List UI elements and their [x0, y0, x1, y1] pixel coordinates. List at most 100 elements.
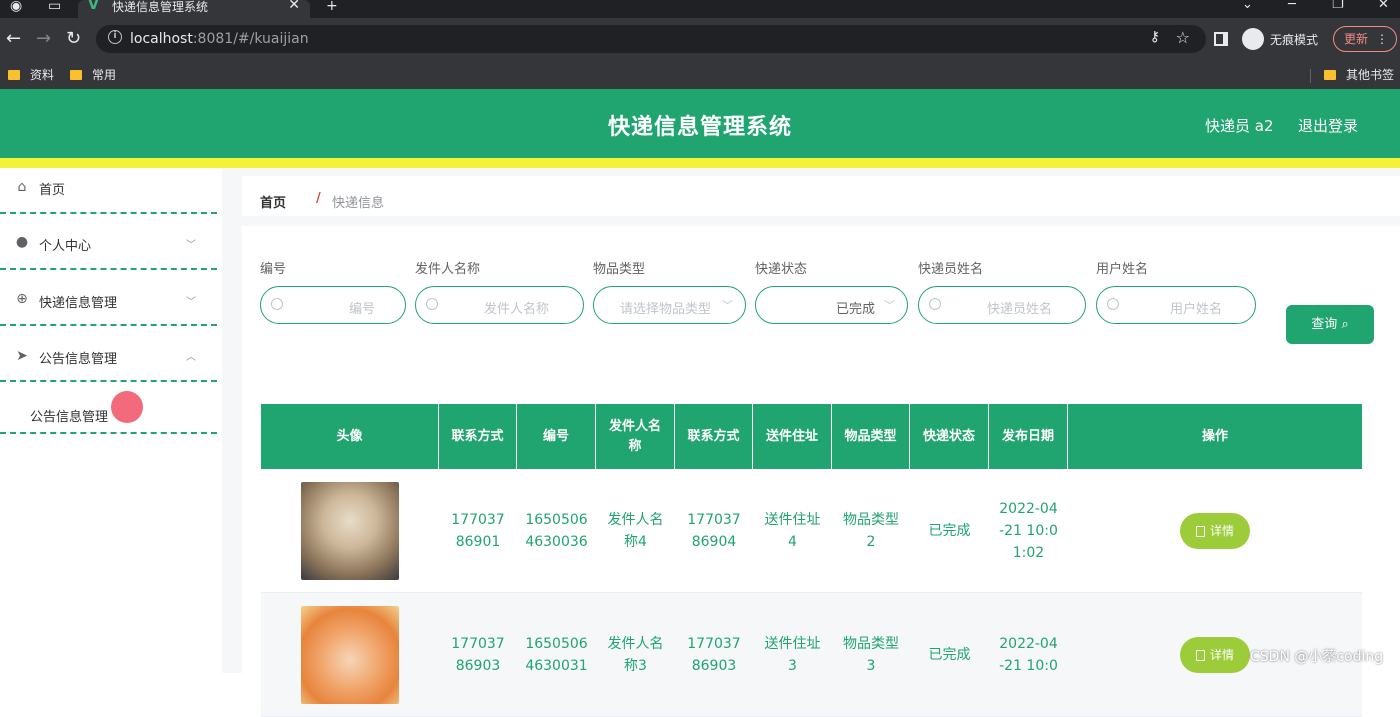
bookmark-folder-1[interactable]: 资料	[8, 65, 54, 85]
tab-search-icon[interactable]: ⌄	[1242, 0, 1253, 12]
vue-logo-icon: V	[88, 0, 99, 13]
globe-icon: ⊕	[16, 291, 28, 307]
user-icon: ●	[15, 234, 29, 250]
type-cell: 物品类型2	[843, 512, 899, 550]
click-indicator	[111, 391, 143, 423]
sidebar: ⌂ 首页 ● 个人中心 ﹀ ⊕ 快递信息管理 ﹀ ➤ 公告信息管理 ︿ 公告信息…	[0, 168, 222, 673]
restore-icon[interactable]: ❐	[1332, 0, 1344, 12]
folder-icon	[8, 70, 20, 80]
header-accent-bar	[0, 158, 1400, 168]
browser-tab[interactable]: V 快递信息管理系统 ✕	[78, 0, 310, 18]
password-key-icon[interactable]: ⚷	[1150, 29, 1160, 45]
table-row: 17703786901 16505064630036 发件人名称4 177037…	[261, 469, 1362, 593]
col-date: 发布日期	[989, 404, 1068, 469]
status-cell: 已完成	[928, 647, 971, 663]
search-icon: ⌕	[1341, 317, 1349, 332]
update-button[interactable]: 更新 ⋮	[1333, 26, 1397, 52]
chevron-down-icon: ﹀	[186, 240, 196, 251]
col-sender: 发件人名称	[596, 404, 675, 469]
bookmark-divider	[1310, 69, 1311, 83]
search-icon	[426, 298, 438, 310]
main-content: 首页 / 快递信息 编号 编号 发件人名称 发件人名称 物品类型 请选择物品类型…	[222, 168, 1400, 717]
sidebar-subitem-notice[interactable]: 公告信息管理	[0, 384, 217, 434]
url-text[interactable]: localhost:8081/#/kuaijian	[130, 31, 309, 47]
avatar-cell	[261, 593, 439, 717]
side-panel-icon[interactable]	[1214, 32, 1228, 46]
chevron-down-icon: ﹀	[884, 299, 895, 312]
user-name-input[interactable]: 用户姓名	[1096, 286, 1256, 324]
table-row: 17703786903 16505064630031 发件人名称3 177037…	[261, 593, 1362, 717]
avatar	[301, 606, 399, 704]
back-icon[interactable]: ←	[6, 28, 21, 50]
home-icon: ⌂	[17, 179, 27, 195]
incognito-icon[interactable]	[1242, 28, 1264, 50]
item-type-select[interactable]: 请选择物品类型 ﹀	[593, 286, 746, 324]
send-icon: ➤	[16, 348, 28, 364]
sender-cell: 发件人名称3	[607, 636, 664, 674]
new-tab-icon[interactable]: +	[326, 0, 338, 14]
type-cell: 物品类型3	[843, 636, 899, 674]
browser-tab-strip: ◉ ▭ V 快递信息管理系统 ✕ + ⌄ ─ ❐ ✕	[0, 0, 1400, 18]
logout-link[interactable]: 退出登录	[1298, 115, 1358, 136]
detail-button[interactable]: 详情	[1180, 637, 1250, 673]
minimize-icon[interactable]: ─	[1288, 0, 1296, 12]
sender-cell: 发件人名称4	[607, 512, 664, 550]
search-icon	[1107, 298, 1119, 310]
document-icon	[1195, 525, 1205, 537]
app-title: 快递信息管理系统	[607, 115, 792, 140]
bookmark-star-icon[interactable]: ☆	[1176, 28, 1190, 47]
current-user: 快递员 a2	[1205, 117, 1274, 135]
other-bookmarks[interactable]: 其他书签	[1324, 65, 1394, 85]
bookmarks-bar: 资料 常用 其他书签	[0, 61, 1400, 89]
sidebar-item-profile[interactable]: ● 个人中心 ﹀	[0, 224, 217, 270]
number-cell: 16505064630031	[525, 636, 588, 674]
avatar-cell	[261, 469, 439, 593]
browser-globe-icon[interactable]: ◉	[10, 0, 22, 14]
window-close-icon[interactable]: ✕	[1378, 0, 1389, 12]
search-icon	[271, 298, 283, 310]
query-button[interactable]: 查询 ⌕	[1286, 305, 1374, 344]
reload-icon[interactable]: ↻	[66, 28, 81, 50]
incognito-label[interactable]: 无痕模式	[1270, 31, 1318, 48]
address-bar[interactable]: i localhost:8081/#/kuaijian ⚷ ☆	[96, 25, 1206, 53]
breadcrumb-current: 快递信息	[332, 196, 385, 211]
tab-title: 快递信息管理系统	[112, 0, 209, 14]
browser-toolbar: ← → ↻ i localhost:8081/#/kuaijian ⚷ ☆ 无痕…	[0, 18, 1400, 61]
number-input[interactable]: 编号	[260, 286, 406, 324]
site-info-icon[interactable]: i	[108, 30, 122, 44]
breadcrumb: 首页 / 快递信息	[242, 176, 1400, 216]
sidebar-item-home[interactable]: ⌂ 首页	[0, 168, 217, 214]
phone2-cell: 17703786903	[687, 636, 741, 674]
breadcrumb-separator: /	[316, 191, 321, 206]
phone-cell: 17703786901	[451, 512, 505, 550]
forward-icon[interactable]: →	[36, 28, 51, 50]
avatar	[301, 482, 399, 580]
tab-close-icon[interactable]: ✕	[288, 0, 300, 12]
date-cell: 2022-04-21 10:01:02	[999, 501, 1058, 561]
chevron-up-icon: ︿	[186, 352, 196, 363]
status-cell: 已完成	[928, 523, 971, 539]
number-cell: 16505064630036	[525, 512, 588, 550]
more-menu-icon[interactable]: ⋮	[1376, 27, 1388, 51]
address-cell: 送件住址4	[764, 512, 821, 550]
col-number: 编号	[517, 404, 596, 469]
bookmark-folder-2[interactable]: 常用	[70, 65, 116, 85]
col-avatar: 头像	[261, 404, 439, 469]
chevron-down-icon: ﹀	[722, 299, 733, 312]
search-icon	[929, 298, 941, 310]
status-select[interactable]: 已完成 ﹀	[755, 286, 908, 324]
detail-button[interactable]: 详情	[1180, 513, 1250, 549]
sidebar-item-notice[interactable]: ➤ 公告信息管理 ︿	[0, 336, 217, 382]
phone2-cell: 17703786904	[687, 512, 741, 550]
watermark: CSDN @小蔡coding	[1250, 649, 1384, 665]
col-type: 物品类型	[832, 404, 910, 469]
sidebar-item-express[interactable]: ⊕ 快递信息管理 ﹀	[0, 280, 217, 326]
chevron-down-icon: ﹀	[186, 297, 196, 308]
folder-icon	[1324, 70, 1336, 80]
date-cell: 2022-04-21 10:0	[999, 636, 1058, 674]
sender-input[interactable]: 发件人名称	[415, 286, 584, 324]
tab-overview-icon[interactable]: ▭	[48, 0, 61, 14]
action-cell: 详情	[1068, 469, 1362, 593]
courier-name-input[interactable]: 快递员姓名	[918, 286, 1086, 324]
breadcrumb-home[interactable]: 首页	[260, 192, 286, 211]
